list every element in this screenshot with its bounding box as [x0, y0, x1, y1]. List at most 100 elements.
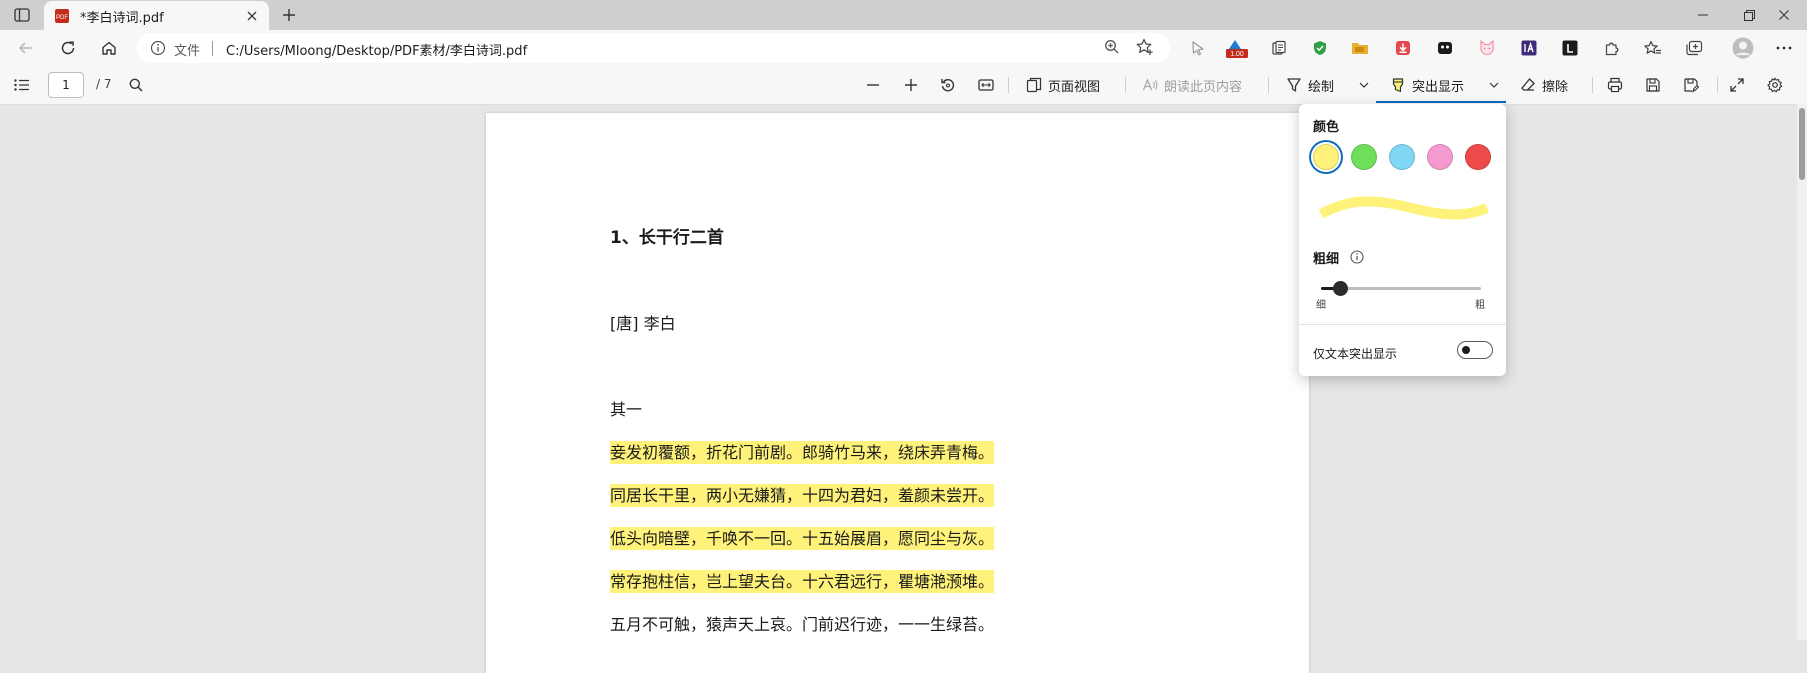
address-separator [212, 41, 213, 56]
zoom-icon[interactable] [1104, 39, 1120, 55]
poem-line-text: 常存抱柱信，岂上望夫台。十六君远行，瞿塘滟滪堆。 [610, 570, 995, 593]
text-only-highlight-toggle[interactable] [1457, 341, 1493, 359]
fit-width-icon[interactable] [975, 72, 997, 98]
color-swatch-pink[interactable] [1427, 144, 1453, 170]
pdf-page: 1、长干行二首 [唐] 李白 其一 妾发初覆额，折花门前剧。郎骑竹马来，绕床弄青… [486, 113, 1309, 673]
thickness-heading: 粗细 [1313, 252, 1340, 267]
cat-extension-icon[interactable] [1474, 35, 1500, 61]
file-scheme-label: 文件 [174, 44, 201, 59]
eraser-icon [1520, 77, 1536, 93]
page-view-button[interactable]: 页面视图 [1026, 72, 1100, 98]
refresh-icon[interactable] [54, 35, 82, 61]
vertical-scrollbar[interactable] [1797, 104, 1807, 640]
zoom-out-icon[interactable] [862, 72, 884, 98]
save-as-icon[interactable] [1680, 72, 1702, 98]
rotate-icon[interactable] [937, 72, 959, 98]
erase-label: 擦除 [1542, 79, 1569, 95]
tab-strip: PDF *李白诗词.pdf [0, 0, 1807, 30]
color-heading: 颜色 [1313, 120, 1340, 135]
address-bar[interactable]: 文件 C:/Users/Mloong/Desktop/PDF素材/李白诗词.pd… [136, 33, 1170, 63]
color-swatch-red[interactable] [1465, 144, 1491, 170]
poem-line[interactable]: 五月不可触，猿声天上哀。门前迟行迹，一一生绿苔。 [610, 611, 994, 635]
erase-button[interactable]: 擦除 [1520, 72, 1568, 98]
tab-active[interactable]: PDF *李白诗词.pdf [44, 1, 269, 30]
page-view-label: 页面视图 [1048, 79, 1101, 95]
pdf-file-icon: PDF [54, 8, 70, 24]
panel-divider [1299, 324, 1506, 325]
pdf-toolbar: 1 / 7 页面视图 朗读此页内容 绘制 突出显示 擦除 [0, 66, 1807, 105]
cursor-extension-icon[interactable] [1185, 35, 1211, 61]
draw-pen-icon [1286, 77, 1302, 93]
poem-line-text: 妾发初覆额，折花门前剧。郎骑竹马来，绕床弄青梅。 [610, 441, 995, 464]
profile-avatar-icon[interactable] [1730, 35, 1756, 61]
clipboard-extension-icon[interactable] [1266, 35, 1292, 61]
stroke-preview [1317, 190, 1491, 226]
reader-extension-icon[interactable] [1557, 35, 1583, 61]
toolbar-divider [1125, 77, 1126, 93]
save-icon[interactable] [1642, 72, 1664, 98]
page-total: / 7 [96, 77, 112, 91]
page-view-icon [1026, 77, 1042, 93]
new-tab-icon[interactable] [278, 4, 300, 26]
extensions-puzzle-icon[interactable] [1599, 35, 1625, 61]
folder-extension-icon[interactable] [1347, 35, 1373, 61]
thickness-slider-thumb[interactable] [1332, 281, 1348, 296]
translate-extension-icon[interactable]: 1.00 [1224, 35, 1250, 61]
toolbar-divider [1268, 77, 1269, 93]
draw-button[interactable]: 绘制 [1286, 72, 1334, 98]
thick-label: 粗 [1475, 300, 1485, 311]
draw-chevron-down-icon[interactable] [1356, 72, 1372, 98]
toolbar-divider [1008, 77, 1009, 93]
navigation-bar: 文件 C:/Users/Mloong/Desktop/PDF素材/李白诗词.pd… [0, 30, 1807, 66]
highlight-label: 突出显示 [1412, 79, 1465, 95]
fullscreen-icon[interactable] [1726, 72, 1748, 98]
color-swatch-yellow[interactable] [1313, 144, 1339, 170]
zoom-in-icon[interactable] [900, 72, 922, 98]
poem-line[interactable]: 常存抱柱信，岂上望夫台。十六君远行，瞿塘滟滪堆。 [610, 568, 995, 593]
window-close-icon[interactable] [1761, 0, 1807, 30]
gamepad-extension-icon[interactable] [1432, 35, 1458, 61]
print-icon[interactable] [1604, 72, 1626, 98]
ia-extension-icon[interactable] [1516, 35, 1542, 61]
poem-line[interactable]: 同居长干里，两小无嫌猜，十四为君妇，羞颜未尝开。 [610, 482, 995, 507]
active-tool-indicator [1376, 101, 1506, 103]
thickness-info-icon[interactable] [1350, 250, 1364, 264]
pdf-badge-text: PDF [56, 15, 68, 21]
scrollbar-thumb[interactable] [1799, 108, 1805, 180]
poem-author: [唐] 李白 [610, 314, 676, 333]
home-icon[interactable] [95, 35, 123, 61]
extension-badge-text: 1.00 [1230, 51, 1244, 58]
info-icon[interactable] [150, 40, 166, 56]
color-swatch-cyan[interactable] [1389, 144, 1415, 170]
back-icon[interactable] [12, 35, 40, 61]
favorites-icon[interactable] [1640, 35, 1666, 61]
color-swatch-green[interactable] [1351, 144, 1377, 170]
collections-icon[interactable] [1681, 35, 1707, 61]
read-aloud-icon [1142, 77, 1158, 93]
page-number-input[interactable]: 1 [48, 72, 84, 98]
read-aloud-button[interactable]: 朗读此页内容 [1142, 72, 1242, 98]
table-of-contents-icon[interactable] [10, 74, 34, 96]
tab-close-icon[interactable] [241, 5, 263, 27]
tab-title: *李白诗词.pdf [80, 11, 164, 26]
poem-line-text: 五月不可触，猿声天上哀。门前迟行迹，一一生绿苔。 [610, 615, 995, 634]
search-icon[interactable] [125, 74, 147, 96]
poem-line[interactable]: 低头向暗壁，千唤不一回。十五始展眉，愿同尘与灰。 [610, 525, 995, 550]
poem-line-text: 低头向暗壁，千唤不一回。十五始展眉，愿同尘与灰。 [610, 527, 995, 550]
draw-label: 绘制 [1308, 79, 1335, 95]
tab-actions-icon[interactable] [8, 3, 36, 27]
highlight-chevron-down-icon[interactable] [1486, 72, 1502, 98]
shield-extension-icon[interactable] [1307, 35, 1333, 61]
url-text[interactable]: C:/Users/Mloong/Desktop/PDF素材/李白诗词.pdf [226, 40, 527, 59]
highlight-options-panel: 颜色 粗细 细 粗 仅文本突出显示 [1299, 104, 1506, 376]
download-extension-icon[interactable] [1390, 35, 1416, 61]
window-minimize-icon[interactable] [1680, 0, 1726, 30]
toolbar-divider [1717, 77, 1718, 93]
add-favorite-icon[interactable] [1136, 38, 1154, 56]
poem-title: 1、长干行二首 [610, 228, 724, 248]
toggle-knob [1462, 346, 1470, 354]
read-aloud-label: 朗读此页内容 [1164, 79, 1243, 95]
settings-more-icon[interactable] [1771, 35, 1797, 61]
poem-line[interactable]: 妾发初覆额，折花门前剧。郎骑竹马来，绕床弄青梅。 [610, 439, 995, 464]
pdf-settings-gear-icon[interactable] [1764, 72, 1786, 98]
